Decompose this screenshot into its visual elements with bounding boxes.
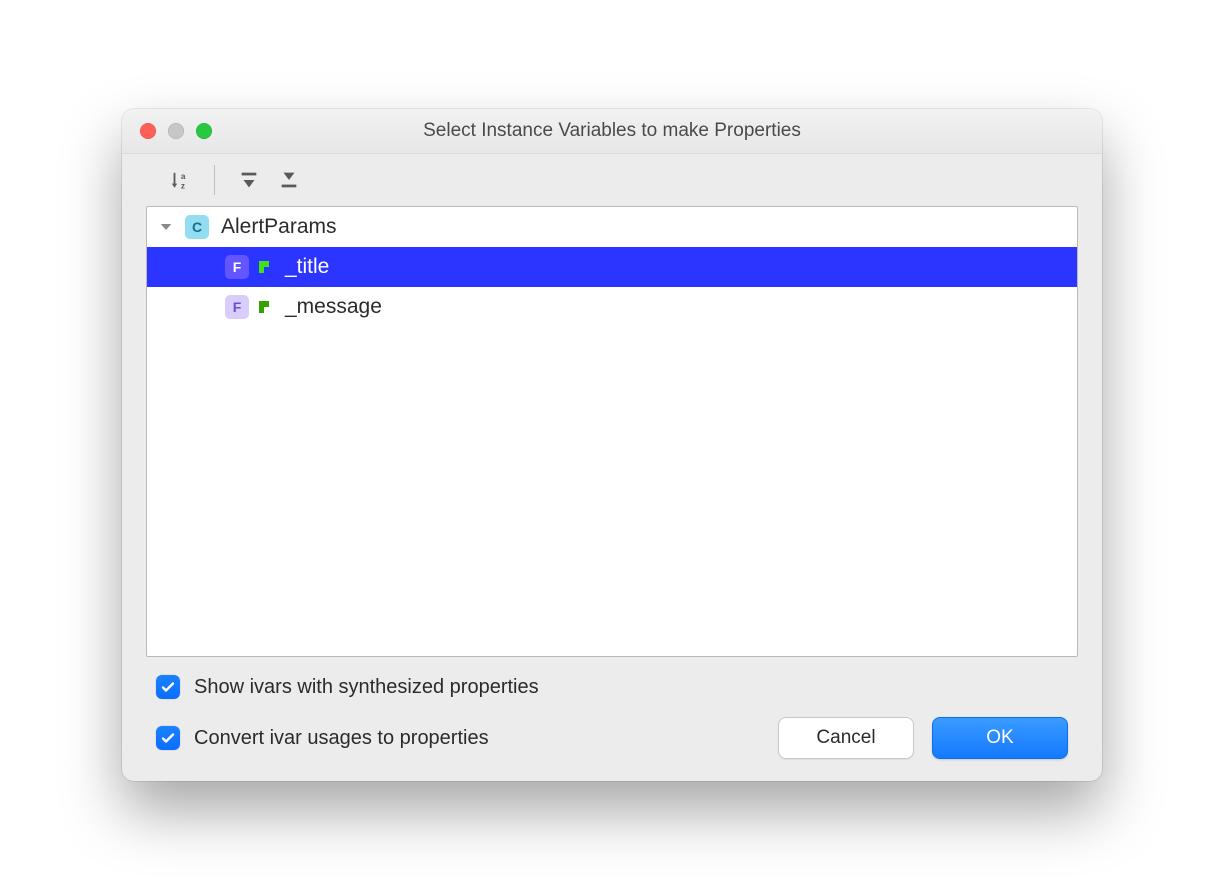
tree-panel[interactable]: C AlertParams F _title F _message [146, 206, 1078, 657]
minimize-icon[interactable] [168, 123, 184, 139]
checkbox-label: Convert ivar usages to properties [194, 727, 489, 750]
collapse-all-icon [278, 169, 300, 191]
content-area: C AlertParams F _title F _message [122, 206, 1102, 781]
option-row-convert-usages: Convert ivar usages to properties Cancel… [156, 717, 1068, 759]
check-icon [160, 730, 176, 746]
sort-alpha-icon: a z [169, 169, 191, 191]
field-badge-icon: F [225, 295, 249, 319]
close-icon[interactable] [140, 123, 156, 139]
options-area: Show ivars with synthesized properties C… [146, 657, 1078, 759]
check-icon [160, 679, 176, 695]
tree-item-message[interactable]: F _message [147, 287, 1077, 327]
expand-all-icon [238, 169, 260, 191]
class-badge-icon: C [185, 215, 209, 239]
toolbar: a z [122, 154, 1102, 206]
tree-root-label: AlertParams [217, 215, 337, 239]
toolbar-separator [214, 165, 215, 195]
svg-text:a: a [181, 172, 186, 181]
svg-text:z: z [181, 181, 185, 190]
traffic-lights [140, 123, 212, 139]
titlebar: Select Instance Variables to make Proper… [122, 109, 1102, 154]
collapse-all-button[interactable] [269, 162, 309, 198]
field-badge-icon: F [225, 255, 249, 279]
maximize-icon[interactable] [196, 123, 212, 139]
disclosure-triangle-icon[interactable] [155, 216, 177, 238]
checkbox-convert-usages[interactable] [156, 726, 180, 750]
dialog-window: Select Instance Variables to make Proper… [122, 109, 1102, 781]
tree-item-label: _message [281, 295, 382, 319]
option-row-show-ivars: Show ivars with synthesized properties [156, 675, 1068, 699]
cancel-button[interactable]: Cancel [778, 717, 914, 759]
expand-all-button[interactable] [229, 162, 269, 198]
dialog-buttons: Cancel OK [778, 717, 1068, 759]
property-tag-icon [257, 259, 273, 275]
checkbox-label: Show ivars with synthesized properties [194, 676, 539, 699]
tree-item-label: _title [281, 255, 329, 279]
tree-root-row[interactable]: C AlertParams [147, 207, 1077, 247]
window-title: Select Instance Variables to make Proper… [122, 120, 1102, 142]
checkbox-show-ivars[interactable] [156, 675, 180, 699]
property-tag-icon [257, 299, 273, 315]
sort-alpha-button[interactable]: a z [160, 162, 200, 198]
tree-item-title[interactable]: F _title [147, 247, 1077, 287]
ok-button[interactable]: OK [932, 717, 1068, 759]
